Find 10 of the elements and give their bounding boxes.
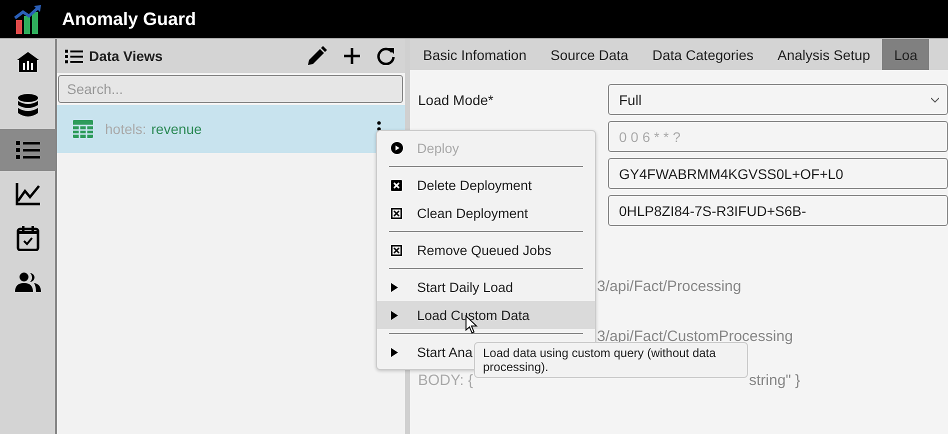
view-name: revenue <box>151 121 202 137</box>
panel-title: Data Views <box>89 48 163 64</box>
app-title: Anomaly Guard <box>62 8 196 30</box>
tooltip: Load data using custom query (without data processing). <box>474 342 748 378</box>
endpoint-text: 3/api/Fact/CustomProcessing <box>597 328 793 345</box>
endpoint-text: 3/api/Fact/Processing <box>597 278 742 295</box>
view-source: hotels: <box>105 121 146 137</box>
body-text: string" } <box>749 373 802 389</box>
field-label: Load Mode* <box>418 92 495 108</box>
body-text: BODY: { <box>418 373 474 389</box>
